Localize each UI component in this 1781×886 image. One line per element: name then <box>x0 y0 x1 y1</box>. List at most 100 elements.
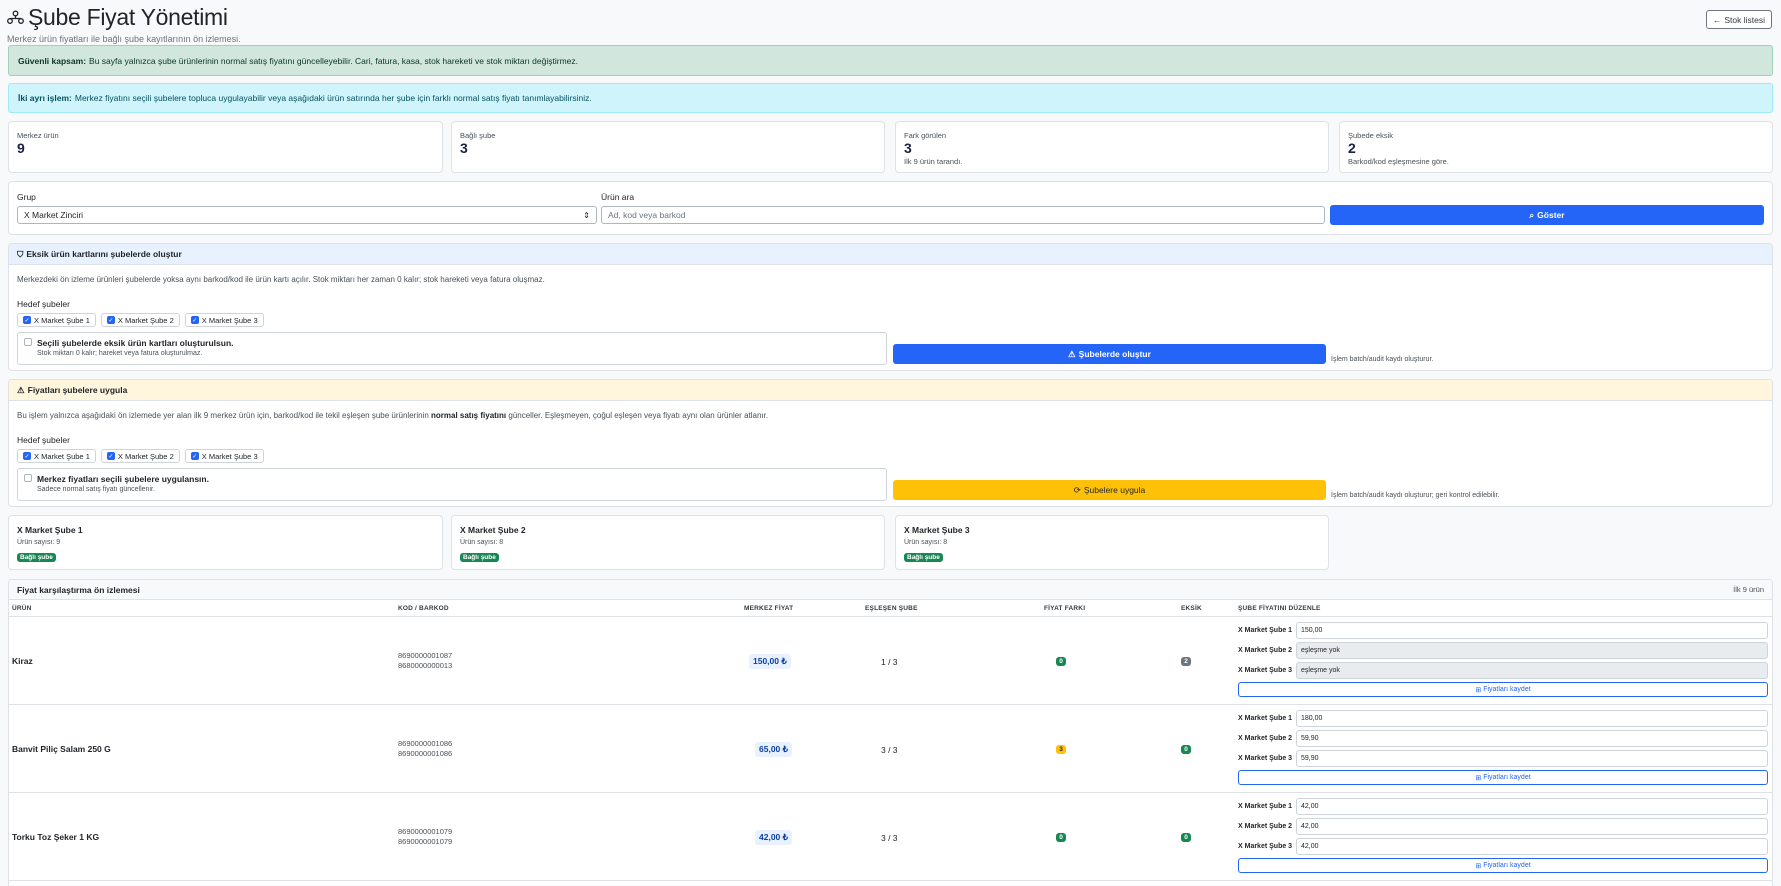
price-comparison-table: Fiyat karşılaştırma ön izlemesi İlk 9 ürü… <box>8 579 1773 886</box>
create-missing-cards-panel: ⛉ Eksik ürün kartlarını şubelerde oluştur… <box>8 243 1773 371</box>
save-icon: ⊞ <box>1475 686 1482 694</box>
table-title: Fiyat karşılaştırma ön izlemesi <box>17 584 140 595</box>
stat-label: Fark görülen <box>904 131 947 140</box>
column-headers: ÜRÜN KOD / BARKOD MERKEZ FİYAT EŞLEŞEN Ş… <box>9 600 1772 617</box>
two-operations-alert: İki ayrı işlem: Merkez fiyatını seçili şu… <box>8 83 1773 113</box>
checkbox-empty-icon <box>24 338 32 346</box>
apply-target-branch-2[interactable]: ✓ X Market Şube 2 <box>100 449 180 463</box>
col-price-diff: FİYAT FARKI <box>1044 605 1086 612</box>
group-select[interactable]: X Market Zinciri ⇕ <box>17 206 597 224</box>
search-label: Ürün ara <box>601 192 635 202</box>
checkbox-checked-icon: ✓ <box>106 452 115 460</box>
branch-price-input[interactable]: 59,90 <box>1296 750 1768 767</box>
table-row: Banvit Piliç Salam 250 G 8690000001086 86… <box>9 705 1772 793</box>
checkbox-checked-icon: ✓ <box>23 316 31 324</box>
apply-card-header: ⚠ Fiyatları şubelere uygula <box>9 380 1772 401</box>
stat-value: 2 <box>1348 140 1356 156</box>
branch-price-editor: X Market Şube 1 180,00 X Market Şube 2 59,… <box>1238 710 1768 785</box>
create-confirm-sub: Stok miktarı 0 kalır; hareket veya fatur… <box>37 350 203 357</box>
branch-card-2: X Market Şube 2 Ürün sayısı: 8 Bağlı şube <box>451 515 885 570</box>
col-edit-branch-price: ŞUBE FİYATINI DÜZENLE <box>1238 605 1321 612</box>
apply-note: İşlem batch/audit kaydı oluşturur; geri … <box>1331 492 1500 499</box>
product-codes: 8690000001086 8690000001086 <box>398 739 452 759</box>
select-arrows-icon: ⇕ <box>583 210 590 220</box>
save-prices-button[interactable]: ⊞ Fiyatları kaydet <box>1238 770 1768 785</box>
missing-badge: 0 <box>1181 745 1191 754</box>
group-select-value: X Market Zinciri <box>24 210 84 220</box>
save-label: Fiyatları kaydet <box>1483 862 1531 869</box>
stat-label: Şubede eksik <box>1348 131 1394 140</box>
apply-target-branch-3[interactable]: ✓ X Market Şube 3 <box>184 449 264 463</box>
save-prices-button[interactable]: ⊞ Fiyatları kaydet <box>1238 858 1768 873</box>
chip-label: X Market Şube 1 <box>34 315 90 325</box>
branch-count: Ürün sayısı: 9 <box>17 539 61 546</box>
create-confirm-title: Seçili şubelerde eksik ürün kartları olu… <box>37 338 234 348</box>
apply-to-branches-button[interactable]: ⟳ Şubelere uygula <box>893 480 1326 500</box>
stat-value: 9 <box>17 140 25 156</box>
stock-list-button[interactable]: ← Stok listesi <box>1705 10 1772 29</box>
linked-badge: Bağlı şube <box>904 553 943 562</box>
refresh-icon: ⟳ <box>1073 484 1081 495</box>
branch-price-input[interactable]: 42,00 <box>1296 838 1768 855</box>
branch-price-input[interactable]: 150,00 <box>1296 622 1768 639</box>
apply-desc-b: normal satış fiyatını <box>431 411 507 420</box>
create-in-branches-button[interactable]: ⚠ Şubelerde oluştur <box>893 344 1326 364</box>
two-operations-title: İki ayrı işlem: <box>18 93 72 103</box>
checkbox-empty-icon <box>24 474 32 482</box>
branch-label: X Market Şube 1 <box>1238 715 1293 722</box>
create-note: İşlem batch/audit kaydı oluşturur. <box>1331 356 1434 363</box>
stat-value: 3 <box>460 140 468 156</box>
create-target-branch-2[interactable]: ✓ X Market Şube 2 <box>100 313 180 327</box>
branch-price-input[interactable]: 42,00 <box>1296 798 1768 815</box>
save-prices-button[interactable]: ⊞ Fiyatları kaydet <box>1238 682 1768 697</box>
stat-label: Bağlı şube <box>460 131 496 140</box>
table-row: Torku Toz Şeker 1 KG 8690000001079 869000… <box>9 793 1772 881</box>
save-icon: ⊞ <box>1475 862 1482 870</box>
branch-label: X Market Şube 1 <box>1238 803 1293 810</box>
page-header: Şube Fiyat Yönetimi Merkez ürün fiyatlar… <box>7 4 241 44</box>
apply-target-branch-1[interactable]: ✓ X Market Şube 1 <box>17 449 96 463</box>
apply-card-title: Fiyatları şubelere uygula <box>27 385 128 395</box>
stat-missing: Şubede eksik 2 Barkod/kod eşleşmesine göre… <box>1339 121 1773 173</box>
product-codes: 8690000001079 8690000001079 <box>398 827 452 847</box>
create-target-branch-3[interactable]: ✓ X Market Şube 3 <box>184 313 264 327</box>
apply-target-chips: ✓ X Market Şube 1 ✓ X Market Şube 2 ✓ X Mar… <box>17 449 264 463</box>
branch-name: X Market Şube 3 <box>904 525 970 535</box>
branches-icon <box>7 10 24 24</box>
branch-label: X Market Şube 3 <box>1238 843 1293 850</box>
matched-count: 3 / 3 <box>881 745 898 755</box>
branch-label: X Market Şube 1 <box>1238 627 1293 634</box>
product-code: 8690000001079 <box>398 827 453 836</box>
shield-icon: ⛉ <box>17 248 24 259</box>
chip-label: X Market Şube 2 <box>117 315 174 325</box>
col-code: KOD / BARKOD <box>398 605 449 612</box>
create-targets-label: Hedef şubeler <box>17 299 70 309</box>
create-target-branch-1[interactable]: ✓ X Market Şube 1 <box>17 313 96 327</box>
stock-list-label: Stok listesi <box>1724 14 1765 25</box>
apply-confirm-checkbox[interactable]: Merkez fiyatları seçili şubelere uygulan… <box>17 468 887 501</box>
chip-label: X Market Şube 2 <box>117 451 174 461</box>
center-price: 42,00 ₺ <box>755 830 793 845</box>
branch-price-editor: X Market Şube 1 42,00 X Market Şube 2 42,0… <box>1238 798 1768 873</box>
branch-price-editor: X Market Şube 1 150,00 X Market Şube 2 eşl… <box>1238 622 1768 697</box>
search-input[interactable]: Ad, kod veya barkod <box>601 206 1325 224</box>
branch-label: X Market Şube 3 <box>1238 667 1293 674</box>
branch-price-input[interactable]: 42,00 <box>1296 818 1768 835</box>
create-confirm-checkbox[interactable]: Seçili şubelerde eksik ürün kartları olu… <box>17 332 887 365</box>
branch-price-input[interactable]: 180,00 <box>1296 710 1768 727</box>
save-icon: ⊞ <box>1475 774 1482 782</box>
table-header: Fiyat karşılaştırma ön izlemesi İlk 9 ürü… <box>9 580 1772 600</box>
save-label: Fiyatları kaydet <box>1483 774 1531 781</box>
filter-panel: Grup X Market Zinciri ⇕ Ürün ara Ad, kod … <box>8 181 1773 235</box>
group-label: Grup <box>17 192 36 202</box>
checkbox-checked-icon: ✓ <box>190 452 199 460</box>
branch-price-input[interactable]: 59,90 <box>1296 730 1768 747</box>
show-button[interactable]: ⌕ Göster <box>1330 205 1764 225</box>
chip-label: X Market Şube 1 <box>34 451 90 461</box>
apply-card-desc: Bu işlem yalnızca aşağıdaki ön izlemede … <box>9 411 776 420</box>
linked-badge: Bağlı şube <box>17 553 56 562</box>
product-name: Banvit Piliç Salam 250 G <box>12 744 111 754</box>
branch-count: Ürün sayısı: 8 <box>460 539 504 546</box>
branch-label: X Market Şube 2 <box>1238 735 1293 742</box>
price-diff-badge: 0 <box>1056 657 1066 666</box>
